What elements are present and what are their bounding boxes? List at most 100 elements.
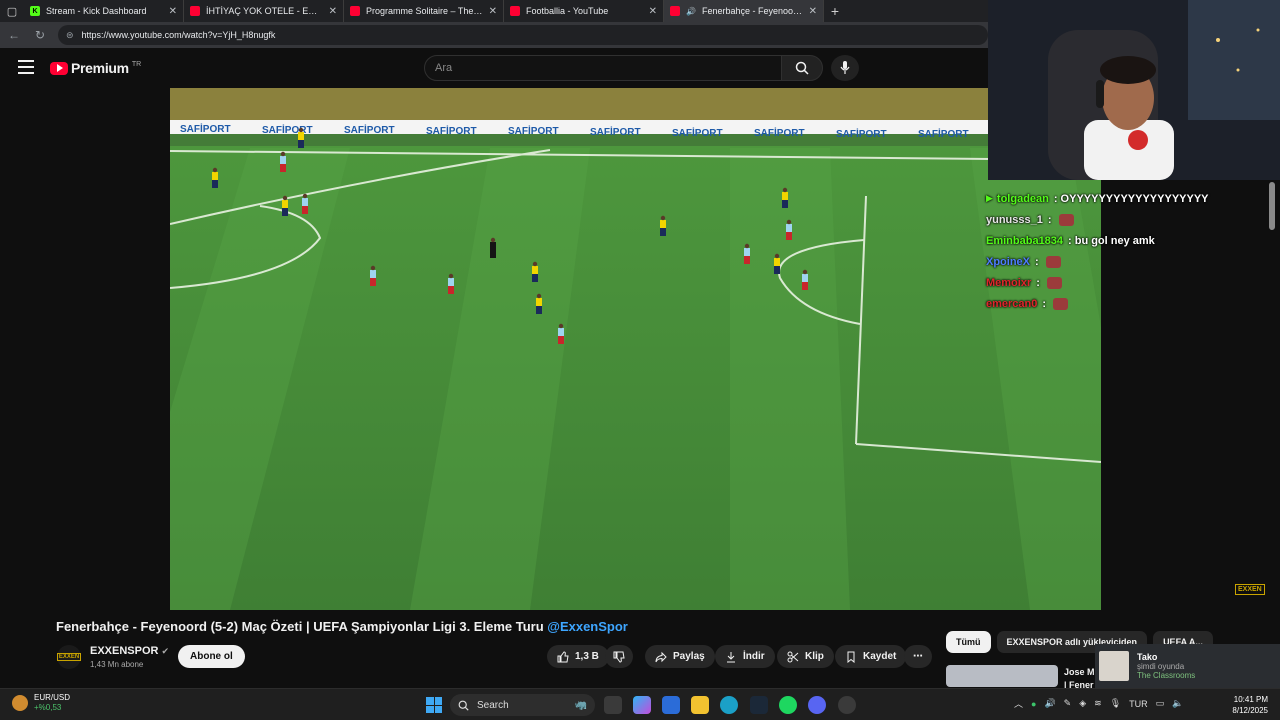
search-button[interactable] xyxy=(781,55,823,81)
menu-icon[interactable] xyxy=(18,60,34,74)
chat-username[interactable]: XpoineX xyxy=(986,256,1030,268)
video-player[interactable]: SAFİPORT SAFİPORT SAFİPORT SAFİPORT SAFİPORT… xyxy=(170,88,1101,610)
volume-icon[interactable]: 🔊 xyxy=(1044,698,1055,709)
vpn-icon[interactable]: ≋ xyxy=(1094,698,1102,709)
store-icon[interactable] xyxy=(662,696,680,714)
rec-title-line1: Jose M xyxy=(1064,667,1095,677)
chat-emote-icon xyxy=(1053,297,1069,310)
microphone-tray-icon[interactable]: 🎙 xyxy=(1110,698,1121,709)
network-status-icon[interactable]: ● xyxy=(1031,699,1036,709)
close-tab-icon[interactable]: ✕ xyxy=(809,6,817,17)
toast-game: The Classrooms xyxy=(1137,671,1196,680)
friend-activity-toast[interactable]: Tako şimdi oyunda The Classrooms xyxy=(1095,644,1280,688)
save-button[interactable]: Kaydet xyxy=(835,645,907,668)
recommended-video-thumbnail[interactable] xyxy=(946,665,1058,687)
pen-icon[interactable]: ✎ xyxy=(1064,698,1072,709)
channel-avatar[interactable]: EXXEN xyxy=(56,645,82,669)
voice-search-button[interactable] xyxy=(831,55,859,81)
tray-overflow-icon[interactable]: ︿ xyxy=(1014,697,1023,710)
tab-actions-icon[interactable]: ▢ xyxy=(0,0,24,22)
channel-avatar-logo: EXXEN xyxy=(56,653,82,661)
back-icon[interactable]: ← xyxy=(6,28,22,42)
browser-tab[interactable]: Footballia - YouTube ✕ xyxy=(504,0,664,22)
steam-tray-icon[interactable]: ◈ xyxy=(1079,698,1086,709)
chat-username[interactable]: yunusss_1 xyxy=(986,214,1043,226)
copilot-icon[interactable] xyxy=(633,696,651,714)
tab-title: Programme Solitaire – The Art of ... xyxy=(366,6,483,16)
settings-icon[interactable] xyxy=(838,696,856,714)
youtube-favicon-icon xyxy=(510,6,520,16)
new-tab-button[interactable]: + xyxy=(824,3,846,19)
clip-button[interactable]: Klip xyxy=(777,645,834,668)
windows-taskbar: EUR/USD +%0,53 Search 🦏 ︿ ● 🔊 ✎ ◈ ≋ 🎙 TU… xyxy=(0,688,1280,720)
more-actions-button[interactable]: ⋯ xyxy=(904,645,932,668)
kick-favicon-icon: K xyxy=(30,6,40,16)
speaker-icon[interactable]: 🔈 xyxy=(1172,698,1183,709)
logo-text: Premium xyxy=(71,60,129,76)
clip-label: Klip xyxy=(805,651,824,662)
dislike-button[interactable] xyxy=(605,645,633,668)
market-icon xyxy=(12,695,28,711)
friend-avatar xyxy=(1099,651,1129,681)
task-view-icon[interactable] xyxy=(604,696,622,714)
share-button[interactable]: Paylaş xyxy=(645,645,715,668)
spotify-icon[interactable] xyxy=(779,696,797,714)
tab-title: Stream - Kick Dashboard xyxy=(46,6,147,16)
download-label: İndir xyxy=(743,651,765,662)
market-widget[interactable]: EUR/USD +%0,53 xyxy=(12,693,70,713)
close-tab-icon[interactable]: ✕ xyxy=(489,6,497,17)
channel-name[interactable]: EXXENSPOR ✔ xyxy=(90,645,169,657)
display-icon[interactable]: ▭ xyxy=(1156,698,1165,709)
browser-tab[interactable]: 🔊 Fenerbahçe - Feyenoord (5-2) ... ✕ xyxy=(664,0,824,22)
clock[interactable]: 10:41 PM 8/12/2025 xyxy=(1226,694,1268,716)
reload-icon[interactable]: ↻ xyxy=(32,28,48,42)
download-button[interactable]: İndir xyxy=(715,645,775,668)
subscriber-count: 1,43 Mn abone xyxy=(90,660,144,669)
save-label: Kaydet xyxy=(863,651,897,662)
chat-message: Eminbaba1834: bu gol ney amk xyxy=(986,230,1226,251)
chat-emote-icon xyxy=(1045,255,1061,268)
close-tab-icon[interactable]: ✕ xyxy=(169,6,177,17)
search-input[interactable]: Ara xyxy=(424,55,782,81)
file-explorer-icon[interactable] xyxy=(691,696,709,714)
tab-title: Fenerbahçe - Feyenoord (5-2) ... xyxy=(701,6,803,16)
chat-username[interactable]: Eminbaba1834 xyxy=(986,235,1063,247)
edge-icon[interactable] xyxy=(720,696,738,714)
url-text: https://www.youtube.com/watch?v=YjH_H8nu… xyxy=(81,30,276,40)
tab-audio-icon[interactable]: 🔊 xyxy=(686,7,696,16)
site-info-icon[interactable]: ⊜ xyxy=(66,30,74,41)
share-icon xyxy=(655,651,667,662)
search-highlight-icon: 🦏 xyxy=(574,699,587,711)
filter-chip[interactable]: Tümü xyxy=(946,631,991,653)
start-icon[interactable] xyxy=(426,697,442,713)
discord-icon[interactable] xyxy=(808,696,826,714)
steam-icon[interactable] xyxy=(750,696,768,714)
url-field[interactable]: ⊜ https://www.youtube.com/watch?v=YjH_H8… xyxy=(58,25,988,45)
ticker-symbol: EUR/USD xyxy=(34,693,71,702)
ad-board-text: SAFİPORT xyxy=(262,123,313,136)
chat-username[interactable]: Memoixr xyxy=(986,277,1031,289)
clock-date: 8/12/2025 xyxy=(1232,706,1268,715)
close-tab-icon[interactable]: ✕ xyxy=(329,6,337,17)
football-pitch-frame: SAFİPORT SAFİPORT SAFİPORT SAFİPORT SAFİPORT… xyxy=(170,88,1101,610)
youtube-logo[interactable]: Premium TR xyxy=(50,60,141,76)
browser-tab[interactable]: Programme Solitaire – The Art of ... ✕ xyxy=(344,0,504,22)
page-scrollbar[interactable] xyxy=(1269,182,1275,230)
language-indicator[interactable]: TUR xyxy=(1129,699,1148,709)
chat-username[interactable]: tolgadean xyxy=(997,193,1049,205)
chat-separator: : xyxy=(1035,255,1039,268)
chat-separator: : xyxy=(1042,297,1047,310)
browser-tab-strip: ▢ K Stream - Kick Dashboard ✕ İHTİYAÇ YOK O… xyxy=(0,0,988,22)
close-tab-icon[interactable]: ✕ xyxy=(649,6,657,17)
browser-tab[interactable]: İHTİYAÇ YOK OTELE - ERAY067 & ... ✕ xyxy=(184,0,344,22)
taskbar-search[interactable]: Search 🦏 xyxy=(450,694,595,716)
browser-tab[interactable]: K Stream - Kick Dashboard ✕ xyxy=(24,0,184,22)
like-button[interactable]: 1,3 B xyxy=(547,645,609,668)
video-title-text: Fenerbahçe - Feyenoord (5-2) Maç Özeti |… xyxy=(56,619,544,634)
youtube-play-icon xyxy=(50,61,68,75)
chat-username[interactable]: emercan0 xyxy=(986,298,1037,310)
search-icon xyxy=(795,61,809,75)
subscribe-button[interactable]: Abone ol xyxy=(178,645,245,668)
channel-mention-link[interactable]: @ExxenSpor xyxy=(547,619,628,634)
more-icon: ⋯ xyxy=(913,651,923,662)
